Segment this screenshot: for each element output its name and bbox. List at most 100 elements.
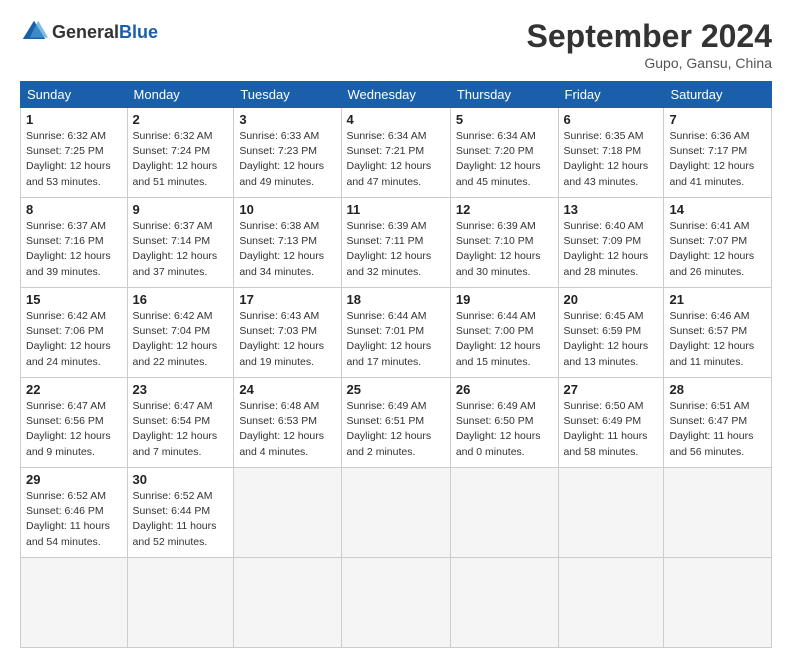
day-info: Sunrise: 6:33 AMSunset: 7:23 PMDaylight:… [239, 129, 335, 190]
day-info: Sunrise: 6:34 AMSunset: 7:21 PMDaylight:… [347, 129, 445, 190]
day-number: 21 [669, 292, 766, 307]
table-row: 18 Sunrise: 6:44 AMSunset: 7:01 PMDaylig… [341, 288, 450, 378]
day-number: 16 [133, 292, 229, 307]
header-saturday: Saturday [664, 82, 772, 108]
weekday-header-row: Sunday Monday Tuesday Wednesday Thursday… [21, 82, 772, 108]
header-monday: Monday [127, 82, 234, 108]
day-number: 4 [347, 112, 445, 127]
day-number: 2 [133, 112, 229, 127]
day-info: Sunrise: 6:44 AMSunset: 7:01 PMDaylight:… [347, 309, 445, 370]
table-row: 25 Sunrise: 6:49 AMSunset: 6:51 PMDaylig… [341, 378, 450, 468]
table-row: 27 Sunrise: 6:50 AMSunset: 6:49 PMDaylig… [558, 378, 664, 468]
day-number: 30 [133, 472, 229, 487]
day-number: 22 [26, 382, 122, 397]
header-tuesday: Tuesday [234, 82, 341, 108]
table-row: 24 Sunrise: 6:48 AMSunset: 6:53 PMDaylig… [234, 378, 341, 468]
table-row: 13 Sunrise: 6:40 AMSunset: 7:09 PMDaylig… [558, 198, 664, 288]
table-row [558, 558, 664, 648]
table-row: 10 Sunrise: 6:38 AMSunset: 7:13 PMDaylig… [234, 198, 341, 288]
day-number: 26 [456, 382, 553, 397]
table-row: 6 Sunrise: 6:35 AMSunset: 7:18 PMDayligh… [558, 108, 664, 198]
calendar-row: 1 Sunrise: 6:32 AMSunset: 7:25 PMDayligh… [21, 108, 772, 198]
day-info: Sunrise: 6:50 AMSunset: 6:49 PMDaylight:… [564, 399, 659, 460]
day-number: 29 [26, 472, 122, 487]
table-row: 30 Sunrise: 6:52 AMSunset: 6:44 PMDaylig… [127, 468, 234, 558]
table-row [21, 558, 128, 648]
table-row: 12 Sunrise: 6:39 AMSunset: 7:10 PMDaylig… [450, 198, 558, 288]
header-wednesday: Wednesday [341, 82, 450, 108]
table-row: 5 Sunrise: 6:34 AMSunset: 7:20 PMDayligh… [450, 108, 558, 198]
day-info: Sunrise: 6:41 AMSunset: 7:07 PMDaylight:… [669, 219, 766, 280]
day-info: Sunrise: 6:43 AMSunset: 7:03 PMDaylight:… [239, 309, 335, 370]
day-number: 24 [239, 382, 335, 397]
table-row: 2 Sunrise: 6:32 AMSunset: 7:24 PMDayligh… [127, 108, 234, 198]
day-info: Sunrise: 6:39 AMSunset: 7:11 PMDaylight:… [347, 219, 445, 280]
day-number: 10 [239, 202, 335, 217]
logo-blue: Blue [119, 22, 158, 42]
table-row [558, 468, 664, 558]
table-row: 11 Sunrise: 6:39 AMSunset: 7:11 PMDaylig… [341, 198, 450, 288]
page: GeneralBlue September 2024 Gupo, Gansu, … [0, 0, 792, 658]
day-number: 12 [456, 202, 553, 217]
day-number: 25 [347, 382, 445, 397]
day-info: Sunrise: 6:52 AMSunset: 6:46 PMDaylight:… [26, 489, 122, 550]
table-row [450, 468, 558, 558]
header: GeneralBlue September 2024 Gupo, Gansu, … [20, 18, 772, 71]
day-number: 27 [564, 382, 659, 397]
day-number: 23 [133, 382, 229, 397]
day-info: Sunrise: 6:35 AMSunset: 7:18 PMDaylight:… [564, 129, 659, 190]
header-sunday: Sunday [21, 82, 128, 108]
location: Gupo, Gansu, China [527, 55, 772, 71]
day-info: Sunrise: 6:45 AMSunset: 6:59 PMDaylight:… [564, 309, 659, 370]
day-number: 20 [564, 292, 659, 307]
table-row: 16 Sunrise: 6:42 AMSunset: 7:04 PMDaylig… [127, 288, 234, 378]
day-number: 3 [239, 112, 335, 127]
day-info: Sunrise: 6:49 AMSunset: 6:50 PMDaylight:… [456, 399, 553, 460]
table-row: 14 Sunrise: 6:41 AMSunset: 7:07 PMDaylig… [664, 198, 772, 288]
table-row [127, 558, 234, 648]
calendar-row [21, 558, 772, 648]
day-info: Sunrise: 6:44 AMSunset: 7:00 PMDaylight:… [456, 309, 553, 370]
table-row [341, 468, 450, 558]
day-info: Sunrise: 6:37 AMSunset: 7:16 PMDaylight:… [26, 219, 122, 280]
day-number: 14 [669, 202, 766, 217]
day-info: Sunrise: 6:51 AMSunset: 6:47 PMDaylight:… [669, 399, 766, 460]
table-row [450, 558, 558, 648]
table-row: 26 Sunrise: 6:49 AMSunset: 6:50 PMDaylig… [450, 378, 558, 468]
calendar-row: 29 Sunrise: 6:52 AMSunset: 6:46 PMDaylig… [21, 468, 772, 558]
day-number: 1 [26, 112, 122, 127]
calendar-row: 8 Sunrise: 6:37 AMSunset: 7:16 PMDayligh… [21, 198, 772, 288]
day-info: Sunrise: 6:47 AMSunset: 6:56 PMDaylight:… [26, 399, 122, 460]
logo: GeneralBlue [20, 18, 158, 46]
day-info: Sunrise: 6:47 AMSunset: 6:54 PMDaylight:… [133, 399, 229, 460]
table-row: 23 Sunrise: 6:47 AMSunset: 6:54 PMDaylig… [127, 378, 234, 468]
day-info: Sunrise: 6:40 AMSunset: 7:09 PMDaylight:… [564, 219, 659, 280]
table-row: 4 Sunrise: 6:34 AMSunset: 7:21 PMDayligh… [341, 108, 450, 198]
calendar-table: Sunday Monday Tuesday Wednesday Thursday… [20, 81, 772, 648]
day-number: 8 [26, 202, 122, 217]
logo-general: General [52, 22, 119, 42]
day-info: Sunrise: 6:37 AMSunset: 7:14 PMDaylight:… [133, 219, 229, 280]
calendar-row: 15 Sunrise: 6:42 AMSunset: 7:06 PMDaylig… [21, 288, 772, 378]
table-row: 7 Sunrise: 6:36 AMSunset: 7:17 PMDayligh… [664, 108, 772, 198]
day-info: Sunrise: 6:48 AMSunset: 6:53 PMDaylight:… [239, 399, 335, 460]
table-row: 19 Sunrise: 6:44 AMSunset: 7:00 PMDaylig… [450, 288, 558, 378]
table-row: 29 Sunrise: 6:52 AMSunset: 6:46 PMDaylig… [21, 468, 128, 558]
table-row: 3 Sunrise: 6:33 AMSunset: 7:23 PMDayligh… [234, 108, 341, 198]
calendar-row: 22 Sunrise: 6:47 AMSunset: 6:56 PMDaylig… [21, 378, 772, 468]
day-info: Sunrise: 6:36 AMSunset: 7:17 PMDaylight:… [669, 129, 766, 190]
day-info: Sunrise: 6:32 AMSunset: 7:25 PMDaylight:… [26, 129, 122, 190]
day-info: Sunrise: 6:52 AMSunset: 6:44 PMDaylight:… [133, 489, 229, 550]
table-row [664, 558, 772, 648]
table-row [234, 468, 341, 558]
header-thursday: Thursday [450, 82, 558, 108]
table-row: 28 Sunrise: 6:51 AMSunset: 6:47 PMDaylig… [664, 378, 772, 468]
month-title: September 2024 [527, 18, 772, 55]
day-number: 11 [347, 202, 445, 217]
day-number: 19 [456, 292, 553, 307]
day-info: Sunrise: 6:32 AMSunset: 7:24 PMDaylight:… [133, 129, 229, 190]
table-row: 1 Sunrise: 6:32 AMSunset: 7:25 PMDayligh… [21, 108, 128, 198]
day-number: 7 [669, 112, 766, 127]
table-row: 22 Sunrise: 6:47 AMSunset: 6:56 PMDaylig… [21, 378, 128, 468]
day-info: Sunrise: 6:38 AMSunset: 7:13 PMDaylight:… [239, 219, 335, 280]
